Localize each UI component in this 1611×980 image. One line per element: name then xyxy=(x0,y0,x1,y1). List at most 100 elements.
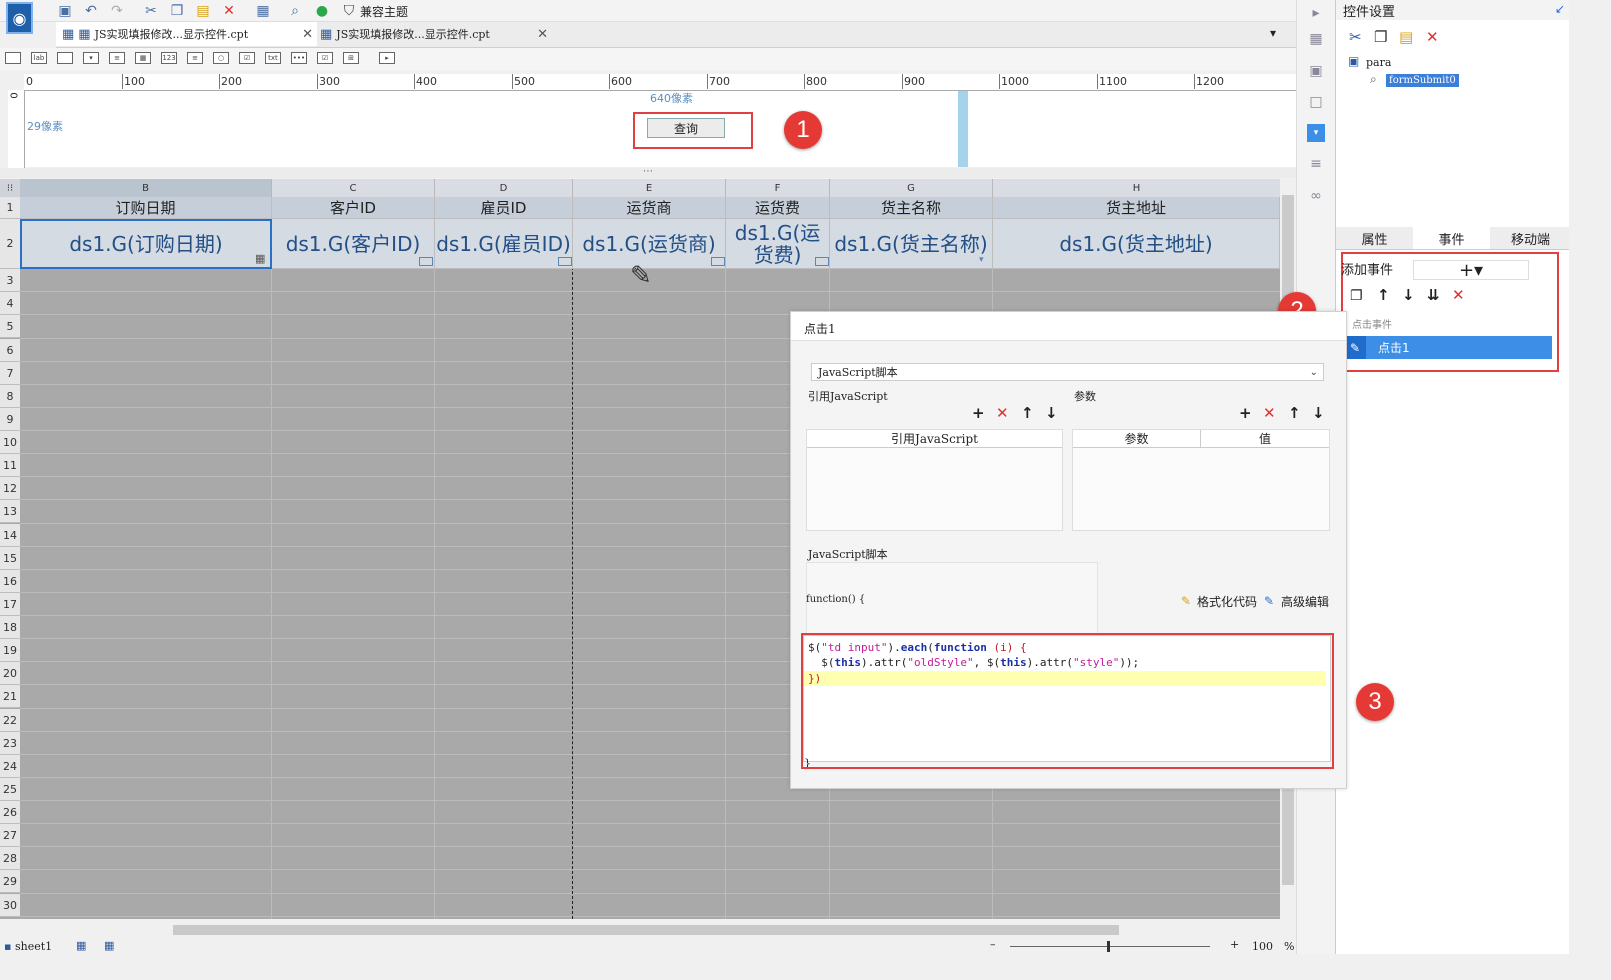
copy-event-icon[interactable]: ❐ xyxy=(1350,288,1363,304)
row-header[interactable]: 17 xyxy=(0,593,20,616)
shirt-icon[interactable]: ⛉ xyxy=(340,2,358,19)
horizontal-scroll-thumb[interactable] xyxy=(173,925,1119,935)
checkbox-group-icon[interactable]: ☑ xyxy=(239,52,255,64)
label-widget-icon[interactable]: lab xyxy=(31,52,47,64)
password-widget-icon[interactable]: ••• xyxy=(291,52,307,64)
tab-menu-icon[interactable]: ▾ xyxy=(1270,26,1276,40)
row-header[interactable]: 6 xyxy=(0,339,20,362)
move-up-ref-icon[interactable]: ↑ xyxy=(1021,404,1034,422)
undo-icon[interactable]: ↶ xyxy=(82,2,100,19)
more-widgets-icon[interactable]: ▸ xyxy=(379,52,395,64)
zoom-value[interactable]: 100 xyxy=(1252,940,1273,953)
format-code-button[interactable]: 格式化代码 xyxy=(1197,593,1257,610)
header-cell[interactable]: 雇员ID xyxy=(435,197,573,219)
tab-properties[interactable]: 属性 xyxy=(1336,227,1413,249)
compat-theme-button[interactable]: 兼容主题 xyxy=(360,3,408,20)
tab-mobile[interactable]: 移动端 xyxy=(1492,227,1569,249)
zoom-out-button[interactable]: – xyxy=(990,938,996,951)
data-cell[interactable]: ds1.G(货主名称) xyxy=(830,219,993,269)
row-header[interactable]: 28 xyxy=(0,847,20,870)
tree-widget-icon[interactable]: ⊞ xyxy=(343,52,359,64)
column-header-d[interactable]: D xyxy=(435,179,573,197)
ref-js-table[interactable]: 引用JavaScript xyxy=(806,429,1063,531)
params-table[interactable]: 参数 值 xyxy=(1072,429,1330,531)
query-button[interactable]: 查询 xyxy=(647,118,725,138)
tab-events[interactable]: 事件 xyxy=(1413,227,1490,249)
zoom-slider-thumb[interactable] xyxy=(1107,941,1110,952)
row-header[interactable]: 1 xyxy=(0,197,20,219)
row-header[interactable]: 25 xyxy=(0,778,20,801)
cell-attr-icon[interactable]: ▦ xyxy=(1307,30,1325,48)
row-header[interactable]: 4 xyxy=(0,292,20,315)
close-icon[interactable]: ✕ xyxy=(537,27,548,42)
row-header[interactable]: 26 xyxy=(0,801,20,824)
checkbox-widget-icon[interactable]: ☑ xyxy=(317,52,333,64)
hyperlink-icon[interactable]: ∞ xyxy=(1307,187,1325,205)
move-bottom-icon[interactable]: ⇊ xyxy=(1427,286,1440,304)
number-widget-icon[interactable]: 123 xyxy=(161,52,177,64)
header-cell[interactable]: 运货费 xyxy=(726,197,830,219)
add-sheet-icon[interactable]: ▦ xyxy=(76,939,86,952)
frame-icon[interactable]: □ xyxy=(1307,93,1325,111)
copy-icon[interactable]: ❐ xyxy=(1374,28,1387,46)
header-cell[interactable]: 货主名称 xyxy=(830,197,993,219)
row-header[interactable]: 20 xyxy=(0,662,20,685)
row-header[interactable]: 15 xyxy=(0,547,20,570)
row-header[interactable]: 30 xyxy=(0,894,20,917)
row-header[interactable]: 7 xyxy=(0,362,20,385)
row-header[interactable]: 21 xyxy=(0,685,20,708)
combo-widget-icon[interactable]: ▾ xyxy=(83,52,99,64)
button-widget-icon[interactable] xyxy=(57,52,73,64)
advanced-edit-button[interactable]: 高级编辑 xyxy=(1281,593,1329,610)
add-event-dropdown[interactable]: +▾ xyxy=(1413,260,1529,281)
move-down-ref-icon[interactable]: ↓ xyxy=(1045,404,1058,422)
row-header[interactable]: 24 xyxy=(0,755,20,778)
redo-icon[interactable]: ↷ xyxy=(108,2,126,19)
script-type-select[interactable]: JavaScript脚本 ⌄ xyxy=(811,363,1324,381)
row-header[interactable]: 14 xyxy=(0,524,20,547)
row-header[interactable]: 8 xyxy=(0,385,20,408)
column-header-g[interactable]: G xyxy=(830,179,993,197)
tree-node-para[interactable]: para xyxy=(1366,56,1391,69)
column-header-e[interactable]: E xyxy=(573,179,726,197)
row-header[interactable]: 18 xyxy=(0,616,20,639)
column-header-c[interactable]: C xyxy=(272,179,435,197)
edit-event-icon[interactable]: ✎ xyxy=(1344,336,1366,359)
data-cell[interactable]: ds1.G(雇员ID) xyxy=(435,219,573,269)
cell-element-icon[interactable]: ▣ xyxy=(1307,62,1325,80)
list-widget-icon[interactable]: ≡ xyxy=(109,52,125,64)
row-header[interactable]: 27 xyxy=(0,824,20,847)
column-header-h[interactable]: H xyxy=(993,179,1280,197)
preview-icon[interactable]: ⌕ xyxy=(286,2,304,19)
zoom-slider[interactable] xyxy=(1010,946,1210,947)
condition-icon[interactable]: ≡ xyxy=(1307,155,1325,173)
radio-group-icon[interactable]: ○ xyxy=(213,52,229,64)
grid-corner[interactable]: ⁝⁝ xyxy=(0,179,21,197)
tab-file-1[interactable]: ▦ ▦ JS实现填报修改...显示控件.cpt ✕ xyxy=(56,22,317,46)
move-down-param-icon[interactable]: ↓ xyxy=(1312,404,1325,422)
add-ref-icon[interactable]: + xyxy=(972,404,985,422)
delete-ref-icon[interactable]: ✕ xyxy=(996,404,1009,422)
row-header[interactable]: 23 xyxy=(0,732,20,755)
copy-icon[interactable]: ❐ xyxy=(168,2,186,19)
row-header[interactable]: 12 xyxy=(0,477,20,500)
text-widget-icon[interactable] xyxy=(5,52,21,64)
data-cell-selected[interactable]: ds1.G(订购日期) xyxy=(20,219,272,269)
column-header-f[interactable]: F xyxy=(726,179,830,197)
add-param-icon[interactable]: + xyxy=(1239,404,1252,422)
panel-splitter[interactable]: ⋯ xyxy=(0,167,1296,178)
sheet-tab[interactable]: sheet1 xyxy=(15,940,52,953)
row-header[interactable]: 2 xyxy=(0,219,20,269)
delete-icon[interactable]: ✕ xyxy=(1426,28,1439,46)
check-icon[interactable]: ● xyxy=(313,2,331,19)
collapse-icon[interactable]: ▸ xyxy=(1307,4,1325,22)
save-icon[interactable]: ▣ xyxy=(56,2,74,19)
date-widget-icon[interactable]: ▦ xyxy=(135,52,151,64)
event-item-click1[interactable]: ✎ 点击1 xyxy=(1344,336,1552,359)
collapse-arrow-icon[interactable]: ↙ xyxy=(1555,2,1565,16)
zoom-in-button[interactable]: + xyxy=(1230,938,1239,951)
template-icon[interactable]: ▦ xyxy=(254,2,272,19)
parameter-panel-edge[interactable] xyxy=(958,91,968,167)
widget-settings-icon[interactable]: ▾ xyxy=(1307,124,1325,142)
row-header[interactable]: 19 xyxy=(0,639,20,662)
